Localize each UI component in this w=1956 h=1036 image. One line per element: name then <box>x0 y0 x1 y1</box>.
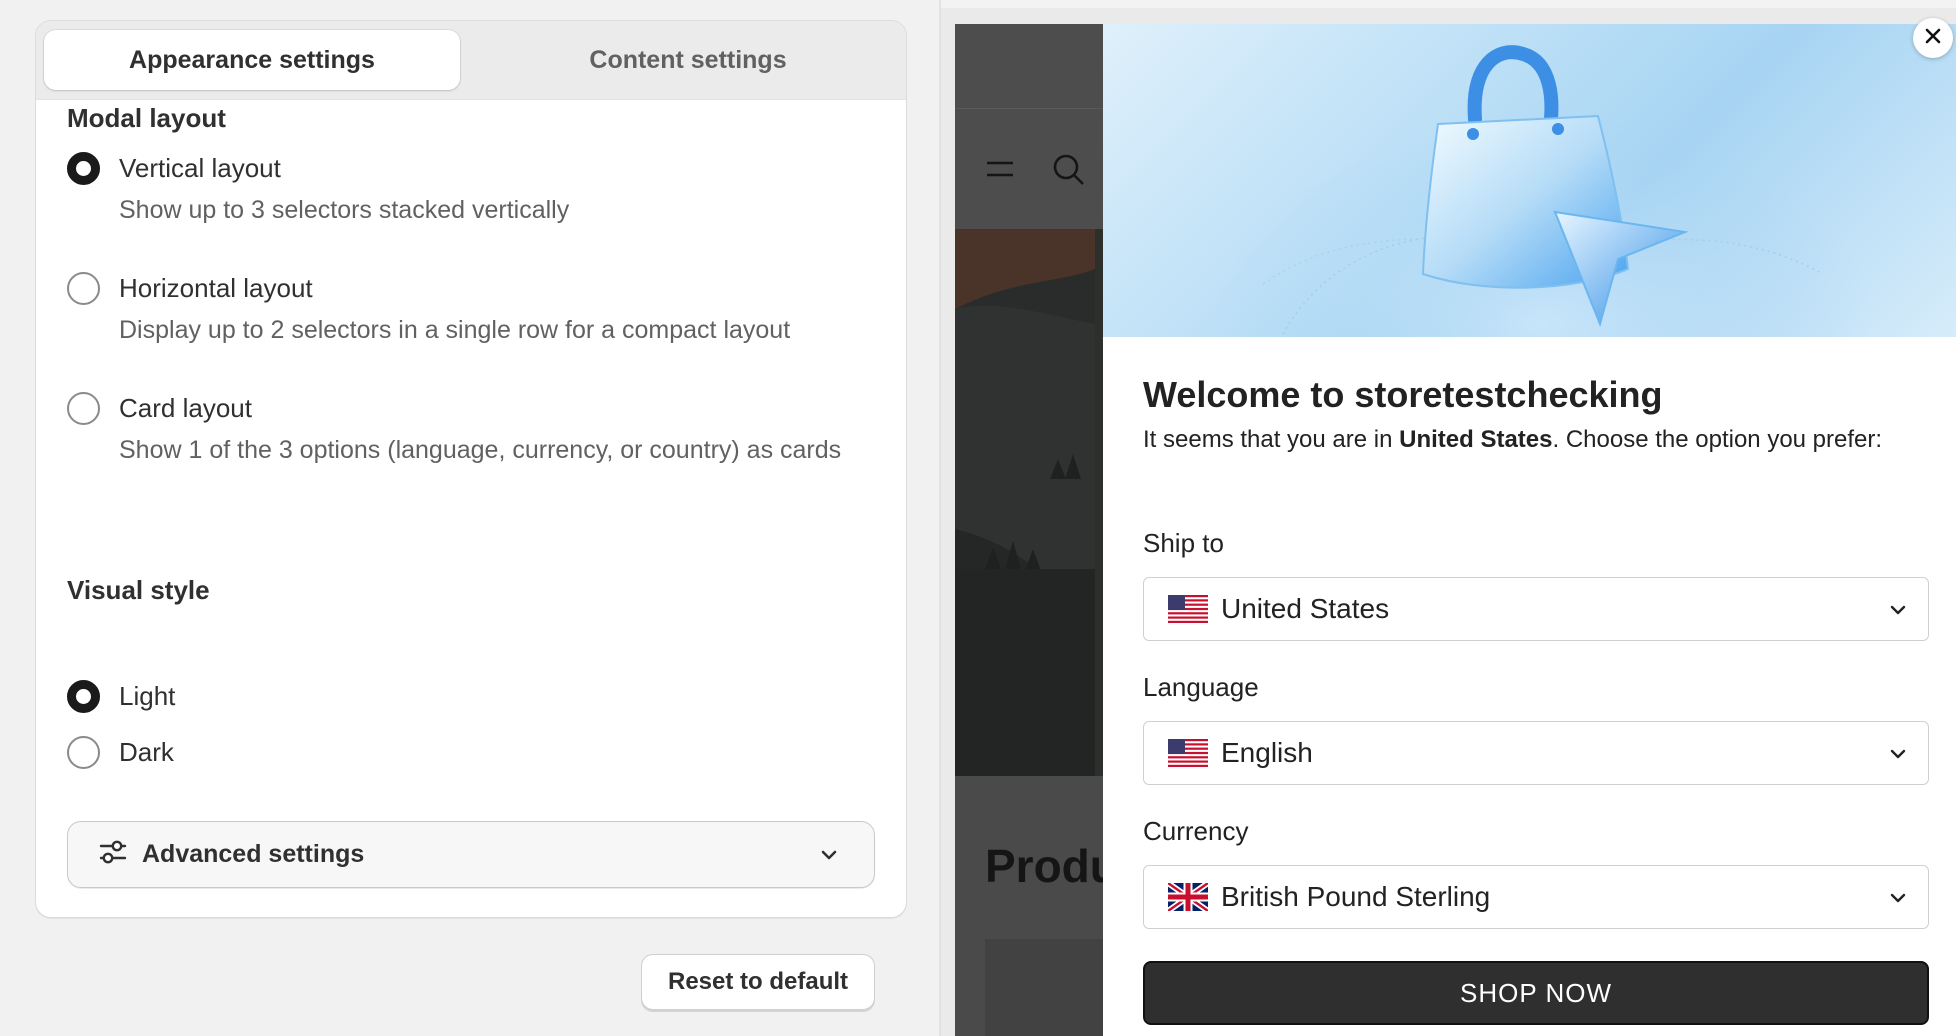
ship-to-value: United States <box>1221 593 1390 624</box>
radio-description: Show up to 3 selectors stacked verticall… <box>119 196 570 224</box>
radio-button[interactable] <box>67 736 100 769</box>
ship-to-select[interactable]: United States <box>1143 577 1929 641</box>
currency-select[interactable]: British Pound Sterling <box>1143 865 1929 929</box>
close-modal-button[interactable] <box>1913 18 1953 58</box>
advanced-settings-label: Advanced settings <box>142 840 365 868</box>
visual-style-title: Visual style <box>67 575 210 605</box>
preview-top-strip <box>941 0 1956 8</box>
radio-description: Display up to 2 selectors in a single ro… <box>119 316 791 344</box>
radio-card-layout[interactable]: Card layout <box>67 392 252 425</box>
radio-description: Show 1 of the 3 options (language, curre… <box>119 436 842 464</box>
menu-icon[interactable] <box>985 158 1015 185</box>
chevron-down-icon <box>1888 600 1908 625</box>
modal-title: Welcome to storetestchecking <box>1143 374 1663 415</box>
search-icon[interactable] <box>1051 152 1091 191</box>
currency-value: British Pound Sterling <box>1221 881 1491 912</box>
radio-vertical-layout[interactable]: Vertical layout <box>67 152 281 185</box>
chevron-down-icon <box>1888 744 1908 769</box>
modal-banner-image <box>1103 24 1956 337</box>
radio-light[interactable]: Light <box>67 680 175 713</box>
radio-label: Light <box>119 681 176 711</box>
radio-label: Card layout <box>119 393 252 423</box>
language-label: Language <box>1143 672 1259 702</box>
sliders-icon <box>98 838 128 871</box>
settings-panel: Appearance settings Content settings Mod… <box>0 0 940 1036</box>
shop-now-button[interactable]: SHOP NOW <box>1143 961 1929 1025</box>
ship-to-label: Ship to <box>1143 528 1224 558</box>
radio-button-checked[interactable] <box>67 152 100 185</box>
radio-horizontal-layout[interactable]: Horizontal layout <box>67 272 313 305</box>
reset-to-default-button[interactable]: Reset to default <box>641 954 875 1010</box>
radio-label: Vertical layout <box>119 153 281 183</box>
tab-content-settings[interactable]: Content settings <box>480 30 896 90</box>
chevron-down-icon <box>1888 888 1908 913</box>
radio-label: Dark <box>119 737 174 767</box>
currency-label: Currency <box>1143 816 1249 846</box>
chevron-down-icon <box>818 844 840 871</box>
language-select[interactable]: English <box>1143 721 1929 785</box>
tab-appearance-settings[interactable]: Appearance settings <box>44 30 460 90</box>
store-section-heading: Produ <box>985 840 1118 892</box>
us-flag-icon <box>1168 739 1208 767</box>
uk-flag-icon <box>1166 880 1210 914</box>
language-value: English <box>1221 737 1313 768</box>
modal-layout-title: Modal layout <box>67 103 226 133</box>
radio-button-checked[interactable] <box>67 680 100 713</box>
geolocation-modal: Welcome to storetestchecking It seems th… <box>1103 24 1956 1036</box>
settings-card: Appearance settings Content settings Mod… <box>35 20 907 918</box>
radio-dark[interactable]: Dark <box>67 736 174 769</box>
settings-tabs: Appearance settings Content settings <box>36 21 906 100</box>
advanced-settings-button[interactable]: Advanced settings <box>67 821 875 888</box>
radio-label: Horizontal layout <box>119 273 313 303</box>
close-icon <box>1923 26 1943 51</box>
us-flag-icon <box>1168 595 1208 623</box>
radio-button[interactable] <box>67 272 100 305</box>
radio-button[interactable] <box>67 392 100 425</box>
detected-country: United States <box>1399 426 1553 453</box>
store-preview: Produ Welcome to storetestchecking It se… <box>941 0 1956 1036</box>
modal-subtext: It seems that you are in United States. … <box>1143 426 1883 453</box>
